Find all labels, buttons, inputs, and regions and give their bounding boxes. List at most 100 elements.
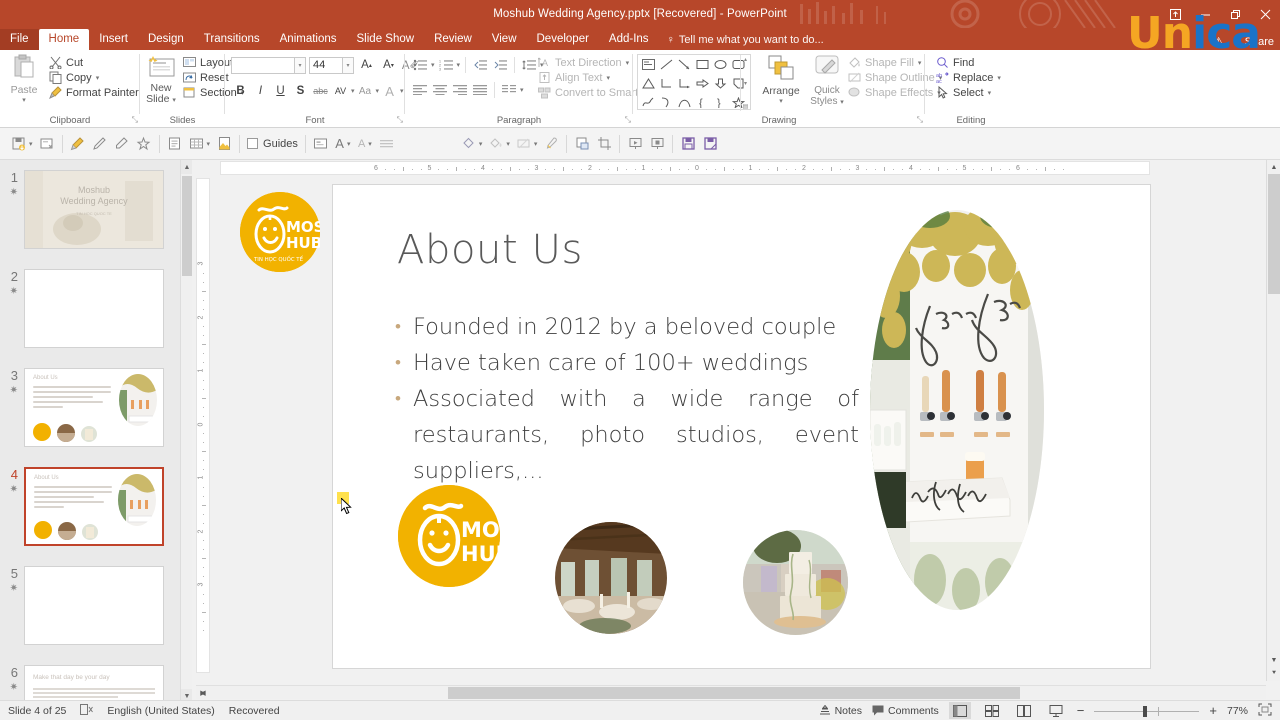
shapes-scroll-up-icon[interactable]: ▴ [744,56,747,63]
shape-right-arrow[interactable] [694,75,711,92]
columns-button[interactable] [500,81,518,98]
text-shadow-button[interactable]: S [291,82,310,100]
shape-rectangle[interactable] [694,56,711,73]
thumbnail-image-5[interactable] [24,566,164,645]
align-center-button[interactable] [431,81,449,98]
scroll-down-icon[interactable]: ▼ [1267,653,1280,667]
normal-view-icon[interactable] [948,702,971,719]
effects-icon[interactable] [133,132,155,156]
save-as-purple-icon[interactable] [699,132,721,156]
shapes-gallery-scroll[interactable]: ▴ ▾ ▤ [740,55,750,111]
align-icon[interactable] [376,132,398,156]
paste-button[interactable]: Paste ▾ [6,54,42,104]
change-case-caret[interactable]: ▾ [376,87,380,95]
decrease-indent-button[interactable] [471,56,489,73]
shape-fill-qat-caret[interactable]: ▾ [479,140,483,148]
slide-title[interactable]: About Us [397,227,583,273]
character-spacing-caret[interactable]: ▾ [351,87,355,95]
spell-check-icon[interactable] [80,703,94,718]
cut-button[interactable]: Cut [46,55,142,70]
tab-file[interactable]: File [0,29,39,50]
thumbnail-image-4[interactable]: About Us [24,467,164,546]
select-button[interactable]: Select ▾ [933,85,1004,100]
thumbnail-slide-4[interactable]: 4 ✷ About Us [0,467,180,546]
wedding-venue-photo[interactable] [555,522,667,634]
fill-color-caret[interactable]: ▾ [506,140,510,148]
slide-counter[interactable]: Slide 4 of 25 [8,705,66,717]
thumbnail-image-2[interactable] [24,269,164,348]
bullets-button[interactable] [411,56,429,73]
scroll-right-icon[interactable]: ▶ [196,686,210,700]
zoom-slider-handle[interactable] [1143,705,1148,717]
thumbnail-slide-2[interactable]: 2 ✷ [0,269,180,348]
guides-checkbox-box[interactable] [247,138,259,149]
font-size-dropdown-caret[interactable]: ▾ [343,56,354,74]
bullets-caret[interactable]: ▾ [431,61,435,69]
save-caret[interactable]: ▾ [29,140,33,148]
shape-fill-icon[interactable]: ▾ [458,132,486,156]
scroll-up-icon[interactable]: ▲ [1267,160,1280,174]
replace-button[interactable]: ab ac Replace ▾ [933,70,1004,85]
table-icon[interactable]: ▾ [186,132,214,156]
notes-button[interactable]: Notes [819,705,862,717]
character-spacing-button[interactable]: AV [331,82,350,100]
horizontal-scroll-thumb[interactable] [448,687,1020,699]
font-name-dropdown-caret[interactable]: ▾ [295,56,306,74]
drawing-dialog-launcher[interactable]: ⤡ [917,115,923,125]
align-right-button[interactable] [451,81,469,98]
shape-outline-qat-caret[interactable]: ▾ [534,140,538,148]
decrease-font-size-button[interactable]: A ▾ [379,56,398,74]
arrange-button[interactable]: Arrange ▾ [758,54,804,105]
picture-icon[interactable] [213,132,235,156]
tab-review[interactable]: Review [424,29,482,50]
tab-insert[interactable]: Insert [89,29,138,50]
comments-button[interactable]: Comments [872,705,939,717]
shape-right-brace[interactable]: } [712,94,729,111]
slideshow-current-icon[interactable] [646,132,668,156]
zoom-level[interactable]: 77% [1227,705,1248,717]
save-purple-icon[interactable] [677,132,699,156]
thumbnail-scroll-up-icon[interactable]: ▲ [181,160,192,174]
copy-button[interactable]: Copy ▾ [46,70,142,85]
thumbnail-scroll-thumb[interactable] [182,176,192,276]
language-indicator[interactable]: English (United States) [107,705,214,717]
ribbon-display-options-icon[interactable] [1160,0,1190,28]
columns-caret[interactable]: ▾ [520,86,524,94]
table-caret[interactable]: ▾ [207,140,211,148]
increase-indent-button[interactable] [491,56,509,73]
highlighter-icon[interactable] [111,132,133,156]
zoom-in-button[interactable]: + [1209,703,1217,718]
italic-button[interactable]: I [251,82,270,100]
shape-left-brace[interactable]: { [694,94,711,111]
font-size-box[interactable]: ▾ [309,56,354,74]
increase-font-size-button[interactable]: A ▴ [357,56,376,74]
tab-home[interactable]: Home [38,29,90,50]
clipboard-dialog-launcher[interactable]: ⤡ [132,115,138,125]
paragraph-dialog-launcher[interactable]: ⤡ [625,115,631,125]
restore-button[interactable] [1220,0,1250,28]
font-color-icon[interactable]: A ▾ [332,132,354,156]
quick-styles-caret[interactable]: ▾ [840,99,844,106]
thumbnail-image-3[interactable]: About Us [24,368,164,447]
copy-dropdown-caret[interactable]: ▾ [96,74,100,82]
horizontal-scrollbar[interactable]: ◀ ▶ [196,685,1266,699]
vertical-scroll-thumb[interactable] [1268,174,1280,294]
crop-icon[interactable] [593,132,615,156]
shapes-more-icon[interactable]: ▤ [743,103,749,110]
new-slide-caret[interactable]: ▾ [172,97,176,104]
horizontal-ruler[interactable]: 6 5 4 3 2 1 0 1 2 3 4 5 6 [220,161,1150,175]
text-direction-caret[interactable]: ▾ [626,59,630,67]
new-slide-button[interactable]: New Slide ▾ [144,56,178,106]
shape-curve[interactable] [658,94,675,111]
thumbnail-panel-scrollbar[interactable]: ▲ ▼ [180,160,192,703]
shape-arc[interactable] [676,94,693,111]
thumbnail-image-6[interactable]: Make that day be your day [24,665,164,703]
zoom-out-button[interactable]: − [1077,703,1085,718]
text-box-icon[interactable] [310,132,332,156]
minimize-button[interactable] [1190,0,1220,28]
new-slide-icon[interactable] [36,132,58,156]
thumbnail-slide-1[interactable]: 1 ✷ Moshub Wedding Agency TIN HOC QUOC T… [0,170,180,249]
font-dialog-launcher[interactable]: ⤡ [397,115,403,125]
warning-icon[interactable]: ⚠ [1214,35,1224,48]
wedding-cake-photo[interactable] [743,530,848,635]
